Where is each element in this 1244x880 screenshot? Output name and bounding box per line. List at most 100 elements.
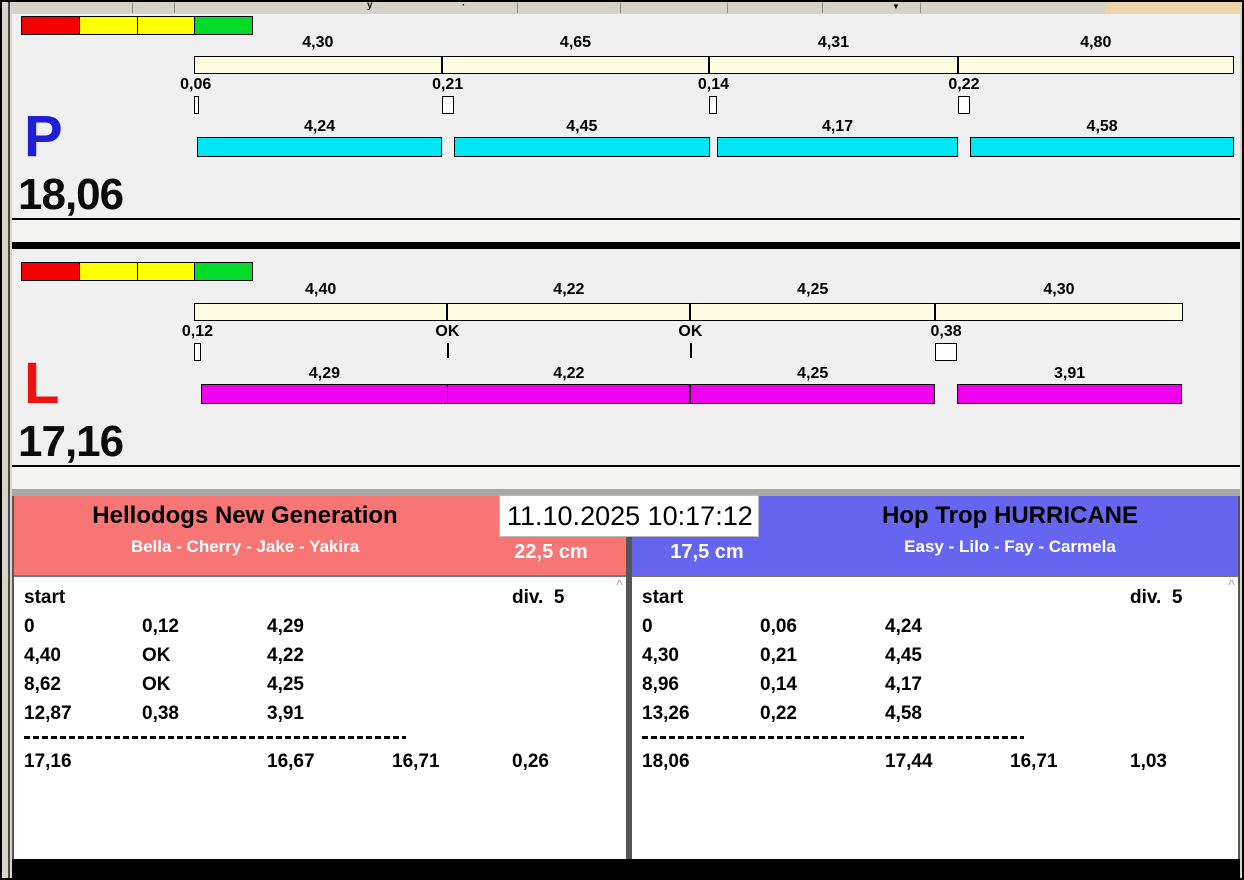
table-cell: 8,96 bbox=[642, 674, 679, 695]
lane-panel-p: 4,30 0,06 4,24 4,65 0,21 4,45 4,31 0,14 4,17 4,80… bbox=[12, 14, 1240, 242]
window-left-edge bbox=[8, 2, 10, 878]
split-time-label: 4,25 bbox=[797, 281, 829, 298]
changeover-gap-marker bbox=[709, 96, 718, 114]
table-cell: 4,25 bbox=[267, 674, 304, 695]
table-cell: 8,62 bbox=[24, 674, 61, 695]
table-row: 4,40 OK 4,22 bbox=[14, 641, 626, 670]
team-panel-right: 17,5 cm Hop Trop HURRICANE Easy - Lilo -… bbox=[632, 496, 1238, 859]
changeover-gap-marker bbox=[957, 96, 971, 114]
lane-l-time-chart: 4,40 0,12 4,29 4,22 OK 4,22 4,25 OK 4,25 4,30 0,38… bbox=[182, 281, 1244, 404]
footer-bar bbox=[12, 859, 1240, 878]
lane-p-letter: P bbox=[24, 104, 63, 169]
table-cell: OK bbox=[142, 645, 171, 666]
split-bar-segment bbox=[935, 303, 1183, 321]
toolbar-separator bbox=[727, 3, 728, 13]
split-time-label: 4,30 bbox=[302, 34, 334, 51]
changeover-gap-marker bbox=[441, 96, 454, 114]
split-time-label: 4,22 bbox=[553, 281, 585, 298]
table-cell: 16,71 bbox=[392, 751, 440, 772]
table-cell: 0 bbox=[642, 616, 653, 637]
table-cell: 0,12 bbox=[142, 616, 179, 637]
changeover-time-label: 0,21 bbox=[432, 76, 464, 93]
dog-time-label: 3,91 bbox=[1054, 365, 1086, 382]
table-cell: 4,17 bbox=[885, 674, 922, 695]
table-cell: 0,38 bbox=[142, 703, 179, 724]
dog-time-bar bbox=[197, 137, 442, 157]
split-time-label: 4,40 bbox=[305, 281, 337, 298]
table-cell: 1,03 bbox=[1130, 751, 1167, 772]
lane-p-total-time: 18,06 bbox=[18, 170, 124, 219]
changeover-time-label: 0,14 bbox=[697, 76, 729, 93]
table-cell: start bbox=[642, 587, 684, 608]
table-cell: 16,67 bbox=[267, 751, 315, 772]
team-results-table[interactable]: start div. 5 0 0,12 4,29 4,40 OK 4,22 8,62 OK 4,25… bbox=[14, 575, 626, 859]
team-titles: Hellodogs New Generation Bella - Cherry … bbox=[14, 496, 476, 575]
changeover-gap-marker bbox=[935, 343, 957, 361]
team-panel-left: Hellodogs New Generation Bella - Cherry … bbox=[14, 496, 626, 859]
dog-time-bar bbox=[957, 384, 1183, 404]
table-cell: 0,21 bbox=[760, 645, 797, 666]
table-cell: 4,30 bbox=[642, 645, 679, 666]
table-row: 8,96 0,14 4,17 bbox=[632, 670, 1238, 699]
changeover-time-label: OK bbox=[678, 323, 703, 340]
table-cell: 0,22 bbox=[760, 703, 797, 724]
table-cell: 4,24 bbox=[885, 616, 922, 637]
toolbar-text-fragment: y bbox=[367, 0, 373, 11]
changeover-time-label: 0,06 bbox=[180, 76, 212, 93]
table-cell: div. 5 bbox=[512, 587, 565, 608]
dog-time-label: 4,17 bbox=[821, 118, 854, 135]
dashed-separator bbox=[642, 736, 1024, 739]
table-cell: 17,16 bbox=[24, 751, 72, 772]
table-cell: start bbox=[24, 587, 66, 608]
table-cell: 4,22 bbox=[267, 645, 304, 666]
datetime-display: 11.10.2025 10:17:12 bbox=[499, 495, 759, 537]
traffic-light-cell bbox=[136, 262, 196, 281]
scrollbar-up-arrow[interactable]: ^ bbox=[1228, 578, 1235, 590]
split-time-label: 4,80 bbox=[1080, 34, 1112, 51]
split-time-label: 4,31 bbox=[817, 34, 850, 51]
section-separator bbox=[12, 489, 1240, 496]
table-cell: 0,14 bbox=[760, 674, 797, 695]
table-cell: 0,06 bbox=[760, 616, 797, 637]
dog-time-bar bbox=[453, 137, 710, 157]
traffic-light-cell bbox=[78, 16, 138, 35]
lane-l-total-time: 17,16 bbox=[18, 417, 124, 466]
toolbar-separator bbox=[174, 3, 175, 13]
dog-time-label: 4,45 bbox=[566, 118, 598, 135]
start-traffic-light bbox=[21, 262, 253, 281]
start-traffic-light bbox=[21, 16, 253, 35]
main-content: y · ▼ 4,30 0,06 4,24 4,65 0,21 4,45 4,31 0,14 4,… bbox=[12, 0, 1240, 878]
table-row: 8,62 OK 4,25 bbox=[14, 670, 626, 699]
traffic-light-cell bbox=[21, 16, 80, 35]
toolbar-highlight-block bbox=[1105, 2, 1240, 14]
dog-time-bar bbox=[447, 384, 691, 404]
changeover-ok-marker bbox=[690, 343, 693, 358]
table-row: 0 0,12 4,29 bbox=[14, 612, 626, 641]
changeover-gap-marker bbox=[194, 96, 199, 114]
changeover-gap-marker bbox=[194, 343, 201, 361]
table-cell: 18,06 bbox=[642, 751, 690, 772]
team-name: Hellodogs New Generation bbox=[92, 502, 398, 529]
table-cell: 0 bbox=[24, 616, 35, 637]
table-row: 13,26 0,22 4,58 bbox=[632, 699, 1238, 728]
lane-divider bbox=[12, 242, 1240, 249]
scrollbar-up-arrow[interactable]: ^ bbox=[616, 578, 623, 590]
table-cell: 16,71 bbox=[1010, 751, 1058, 772]
application-window: y · ▼ 4,30 0,06 4,24 4,65 0,21 4,45 4,31 0,14 4,… bbox=[2, 0, 1242, 878]
table-cell: 13,26 bbox=[642, 703, 690, 724]
traffic-light-cell bbox=[194, 16, 253, 35]
table-row: 12,87 0,38 3,91 bbox=[14, 699, 626, 728]
table-cell: 12,87 bbox=[24, 703, 72, 724]
dog-time-label: 4,22 bbox=[553, 365, 585, 382]
dog-time-bar bbox=[200, 384, 448, 404]
toolbar-separator bbox=[822, 3, 823, 13]
changeover-ok-marker bbox=[447, 343, 450, 358]
toolbar-separator bbox=[620, 3, 621, 13]
team-results-table[interactable]: start div. 5 0 0,06 4,24 4,30 0,21 4,45 8,96 0,14… bbox=[632, 575, 1238, 859]
changeover-time-label: 0,22 bbox=[948, 76, 980, 93]
dropdown-arrow-icon[interactable]: ▼ bbox=[892, 2, 900, 11]
lane-p-substrip bbox=[12, 218, 1240, 242]
split-bar-segment bbox=[194, 303, 448, 321]
table-cell: 4,40 bbox=[24, 645, 61, 666]
dashed-separator bbox=[24, 736, 406, 739]
